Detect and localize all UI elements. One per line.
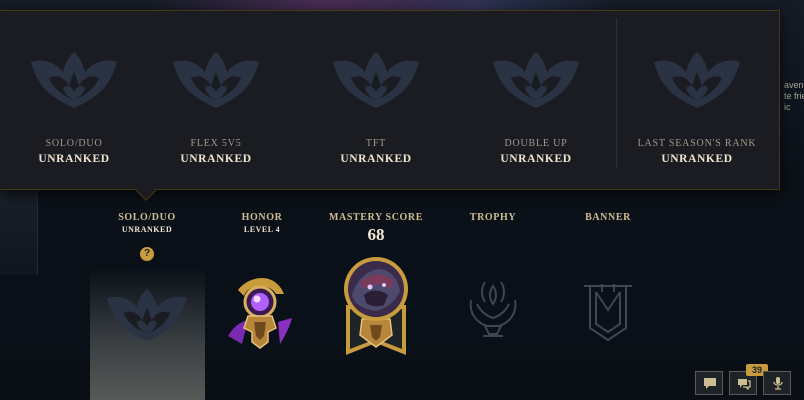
side-panel-text: aven' te frie ic <box>784 80 804 113</box>
queue-last-season[interactable]: LAST SEASON'S RANK UNRANKED <box>617 10 777 190</box>
queue-rank: UNRANKED <box>500 153 572 165</box>
left-panel-edge <box>0 185 38 275</box>
profile-honor[interactable]: HONOR LEVEL 4 <box>222 212 302 234</box>
queue-name: SOLO/DUO <box>45 138 103 149</box>
queue-name: TFT <box>365 138 387 149</box>
mastery-title: MASTERY SCORE <box>328 212 424 223</box>
profile-trophy[interactable]: TROPHY <box>453 212 533 223</box>
queue-rank: UNRANKED <box>180 153 252 165</box>
queue-rank: UNRANKED <box>340 153 412 165</box>
unranked-emblem-icon <box>333 52 419 108</box>
queue-solo-duo[interactable]: SOLO/DUO UNRANKED <box>0 10 154 190</box>
unranked-emblem-icon <box>493 52 579 108</box>
chat-icon <box>704 378 716 389</box>
queue-name: FLEX 5V5 <box>190 138 242 149</box>
queue-flex[interactable]: FLEX 5V5 UNRANKED <box>136 10 296 190</box>
queue-name: LAST SEASON'S RANK <box>637 138 757 149</box>
honor-emblem-icon[interactable] <box>220 272 300 356</box>
side-text-line: te frie <box>784 91 804 101</box>
queue-tft[interactable]: TFT UNRANKED <box>296 10 456 190</box>
banner-icon[interactable] <box>580 280 636 342</box>
unranked-emblem-icon[interactable] <box>105 285 189 343</box>
unranked-emblem-icon <box>173 52 259 108</box>
queue-name: DOUBLE UP <box>504 138 568 149</box>
honor-title: HONOR <box>241 212 283 223</box>
honor-level: LEVEL 4 <box>243 225 281 234</box>
side-text-line: aven' <box>784 80 804 90</box>
solo-duo-rank: UNRANKED <box>121 225 173 234</box>
help-icon[interactable]: ? <box>140 247 154 261</box>
solo-duo-title: SOLO/DUO <box>118 212 176 223</box>
side-text-line: ic <box>784 102 791 112</box>
notifications-icon <box>738 379 751 390</box>
unranked-emblem-icon <box>31 52 117 108</box>
mastery-score: 68 <box>367 225 385 244</box>
profile-solo-duo[interactable]: SOLO/DUO UNRANKED <box>97 212 197 234</box>
microphone-icon <box>773 377 783 390</box>
profile-mastery[interactable]: MASTERY SCORE 68 <box>326 212 426 245</box>
microphone-button[interactable] <box>763 371 791 395</box>
trophy-icon[interactable] <box>463 278 523 340</box>
queue-rank: UNRANKED <box>38 153 110 165</box>
chat-button[interactable] <box>695 371 723 395</box>
mastery-champion-icon[interactable] <box>340 255 412 359</box>
unranked-emblem-icon <box>654 52 740 108</box>
queue-rank: UNRANKED <box>661 153 733 165</box>
profile-banner[interactable]: BANNER <box>568 212 648 223</box>
banner-title: BANNER <box>585 212 631 223</box>
queue-double-up[interactable]: DOUBLE UP UNRANKED <box>456 10 616 190</box>
trophy-title: TROPHY <box>469 212 517 223</box>
